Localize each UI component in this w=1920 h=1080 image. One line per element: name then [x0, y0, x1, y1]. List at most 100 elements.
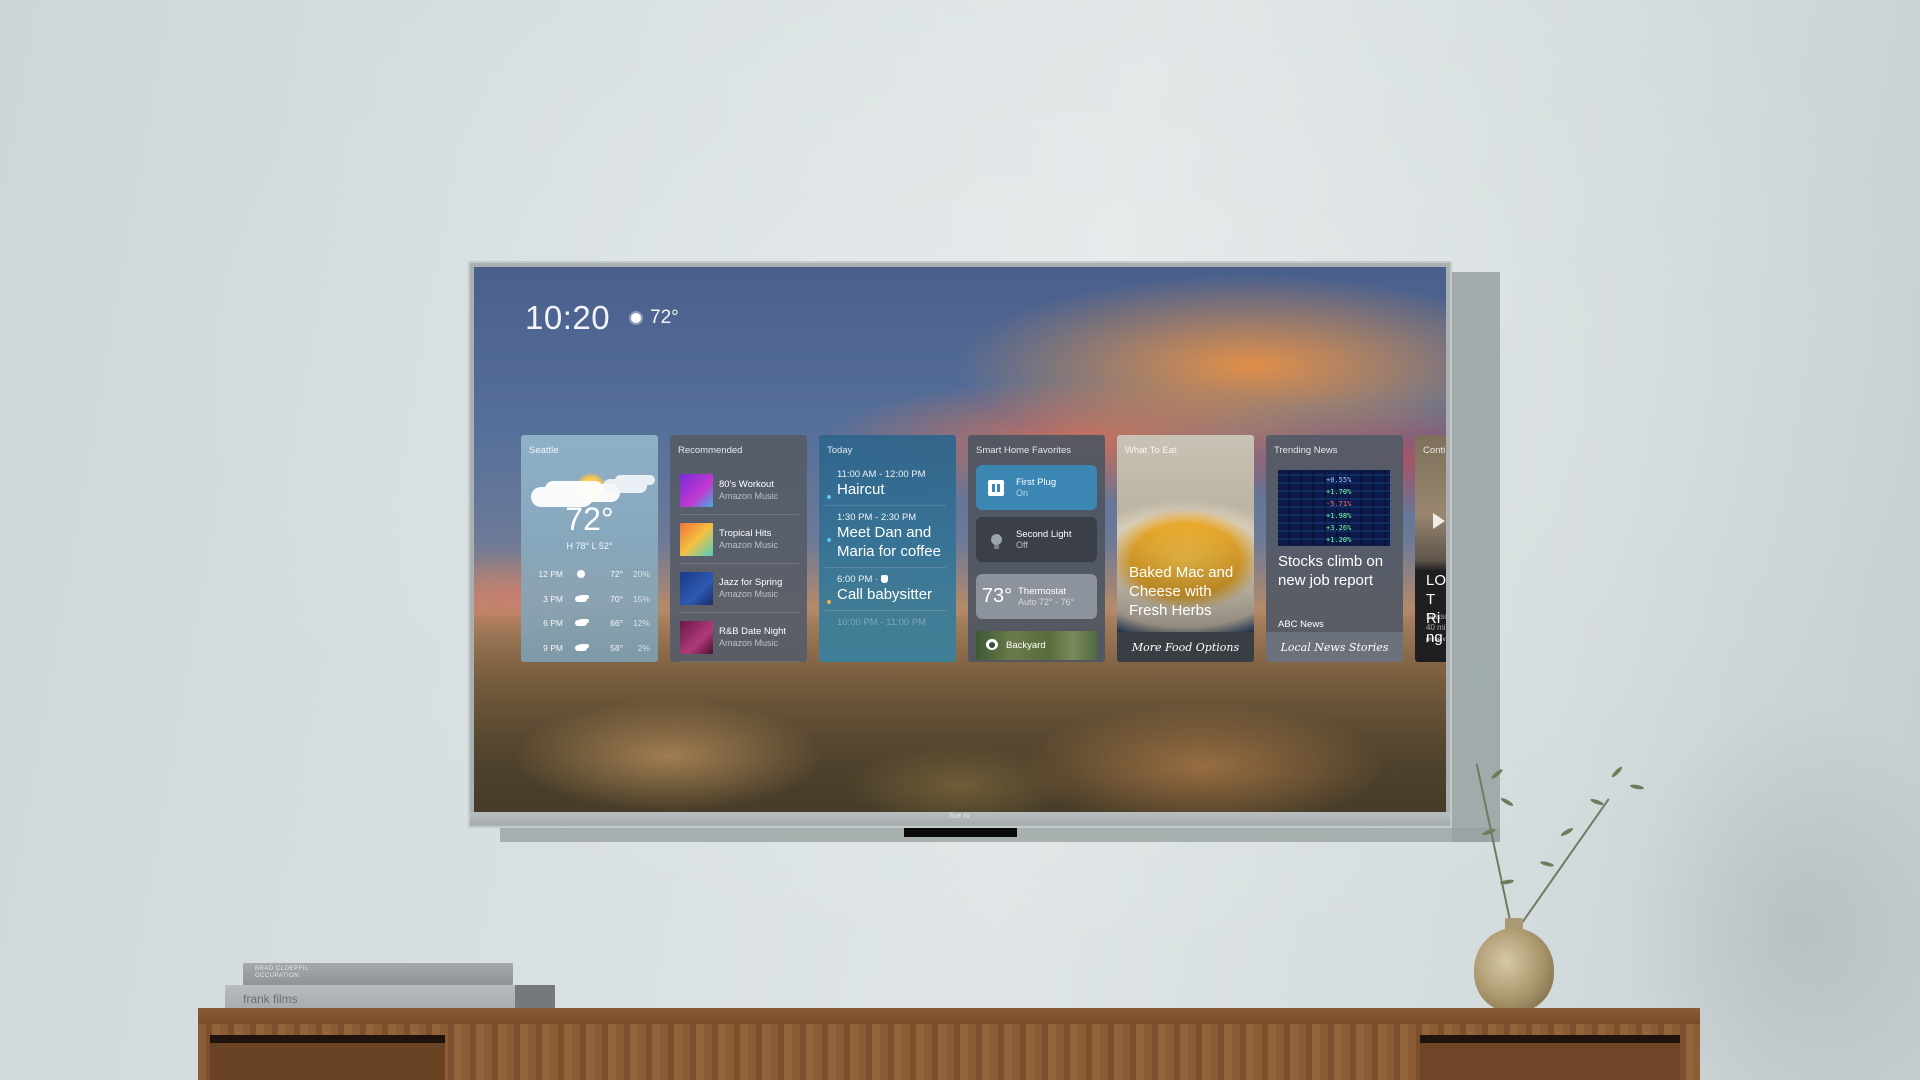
ticker-value: +1.98% [1326, 512, 1352, 520]
camera-icon [986, 638, 998, 653]
card-title: Recommended [678, 445, 743, 456]
show-duration: 40 min [1426, 623, 1446, 632]
tv-stand-bar [904, 828, 1017, 837]
leaf [1499, 796, 1515, 808]
playlist-cover [680, 473, 713, 507]
forecast-temp: 58° [610, 642, 623, 653]
device-status: Off [1016, 540, 1028, 550]
partly-cloudy-icon [575, 620, 587, 627]
forecast-row: 12 PM 72° 20% [529, 562, 650, 587]
device-tile-thermostat[interactable]: 73° Thermostat Auto 72° - 76° [976, 574, 1097, 619]
event-dot [827, 600, 831, 604]
ticker-value: +0.55% [1326, 476, 1352, 484]
show-title-text: LOT Ring [1426, 572, 1446, 646]
forecast-time: 12 PM [538, 569, 563, 580]
device-status: Auto 72° - 76° [1018, 597, 1075, 607]
device-tile-second-light[interactable]: Second Light Off [976, 517, 1097, 562]
continue-watching-card[interactable]: Conti LOT Ring Season 40 min prime video [1415, 435, 1446, 662]
sun-icon [626, 308, 646, 328]
device-tile-first-plug[interactable]: First Plug On [976, 465, 1097, 510]
event-title: Call babysitter [837, 586, 933, 603]
credenza-drawer [210, 1035, 445, 1080]
show-title: LOT Ring [1426, 571, 1446, 647]
calendar-event[interactable]: 10:00 PM - 11:00 PM [825, 611, 946, 628]
news-headline: Stocks climb on new job report [1278, 553, 1384, 589]
recommended-card: Recommended 80's Workout Amazon Music Tro… [670, 435, 807, 662]
weather-high-low: H 78° L 52° [566, 541, 613, 551]
calendar-event[interactable]: 11:00 AM - 12:00 PM Haircut [825, 463, 946, 506]
leaf [1589, 797, 1605, 807]
bulb-icon [990, 534, 1002, 549]
forecast-row: 3 PM 70° 15% [529, 587, 650, 612]
forecast-row: 6 PM 66° 12% [529, 611, 650, 636]
calendar-event[interactable]: 6:00 PM · Call babysitter [825, 568, 946, 611]
current-weather: 72° [626, 307, 679, 329]
card-title: Smart Home Favorites [976, 445, 1072, 456]
playlist-name: R&B Date Night [719, 626, 787, 637]
playlist-source: Amazon Music [719, 540, 779, 550]
forecast-precip: 2% [637, 642, 650, 653]
forecast-time: 9 PM [543, 642, 563, 653]
sun-icon [577, 570, 585, 579]
thermostat-temperature: 73° [981, 585, 1013, 607]
playlist-item[interactable]: R&B Date Night Amazon Music [680, 613, 799, 662]
event-title: Meet Dan and Maria for coffee [837, 524, 941, 560]
weather-city: Seattle [529, 445, 559, 456]
camera-tile-backyard[interactable]: Backyard [976, 631, 1097, 660]
playlist-cover [680, 522, 713, 556]
more-food-options-button[interactable]: More Food Options [1117, 632, 1254, 662]
playlist-name: Jazz for Spring [719, 577, 783, 588]
credenza-top [198, 1008, 1700, 1024]
cloud-icon [603, 479, 647, 493]
forecast-time: 6 PM [543, 618, 563, 629]
book-spine-text: BRAD CLOEPFIL OCCUPATION [255, 966, 309, 979]
stock-ticker-image: +0.55% +1.70% -5.71% +1.98% +3.26% +1.20… [1278, 470, 1390, 546]
event-time: 11:00 AM - 12:00 PM [837, 469, 926, 480]
local-news-stories-button[interactable]: Local News Stories [1266, 632, 1403, 662]
news-source: ABC News [1278, 619, 1324, 630]
reminder-hand-icon [881, 575, 889, 583]
event-dot [827, 538, 831, 542]
play-icon [1433, 513, 1445, 529]
forecast-precip: 20% [632, 569, 650, 580]
prime-video-logo: prime video [1426, 637, 1446, 643]
book: BRAD CLOEPFIL OCCUPATION [243, 963, 513, 985]
event-dot [827, 495, 831, 499]
weather-card[interactable]: Seattle 72° H 78° L 52° 12 PM 72° 20% 3 … [521, 435, 658, 662]
current-temperature: 72° [650, 307, 679, 328]
card-title: Conti [1423, 445, 1446, 456]
show-details: Season 40 min [1426, 611, 1446, 633]
device-name: Thermostat [1018, 586, 1067, 597]
event-time: 6:00 PM · [837, 574, 879, 585]
book-spine-text: frank films [243, 992, 298, 1006]
ticker-value: +1.70% [1326, 488, 1352, 496]
leaf [1539, 860, 1555, 868]
event-title: Haircut [837, 481, 885, 498]
event-time: 10:00 PM - 11:00 PM [837, 617, 927, 628]
card-title: What To Eat [1125, 445, 1177, 456]
device-status: On [1016, 488, 1029, 498]
tv-screen: 10:20 72° Seattle 72° H 78° L 52° 12 PM … [474, 267, 1446, 816]
playlist-source: Amazon Music [719, 491, 779, 501]
playlist-item[interactable]: 80's Workout Amazon Music [680, 466, 799, 515]
playlist-item[interactable]: Tropical Hits Amazon Music [680, 515, 799, 564]
cloud-icon [575, 595, 587, 602]
trending-news-card[interactable]: Trending News +0.55% +1.70% -5.71% +1.98… [1266, 435, 1403, 662]
what-to-eat-card[interactable]: What To Eat Baked Mac and Cheese with Fr… [1117, 435, 1254, 662]
playlist-name: 80's Workout [719, 479, 774, 490]
playlist-source: Amazon Music [719, 589, 779, 599]
credenza-drawer [1420, 1035, 1680, 1080]
leaf [1559, 826, 1575, 838]
card-title: Trending News [1274, 445, 1338, 456]
card-title: Today [827, 445, 853, 456]
hourly-forecast: 12 PM 72° 20% 3 PM 70° 15% 6 PM 66° 12% [529, 562, 650, 660]
forecast-precip: 12% [632, 618, 650, 629]
show-season: Season [1426, 612, 1446, 621]
calendar-event[interactable]: 1:30 PM - 2:30 PM Meet Dan and Maria for… [825, 506, 946, 568]
device-name: First Plug [1016, 477, 1057, 488]
playlist-item[interactable]: Jazz for Spring Amazon Music [680, 564, 799, 613]
today-calendar-card: Today 11:00 AM - 12:00 PM Haircut 1:30 P… [819, 435, 956, 662]
ticker-value: -5.71% [1326, 500, 1352, 508]
tv-bottom-bezel: fire tv [470, 812, 1450, 824]
recipe-title: Baked Mac and Cheese with Fresh Herbs [1129, 564, 1234, 619]
